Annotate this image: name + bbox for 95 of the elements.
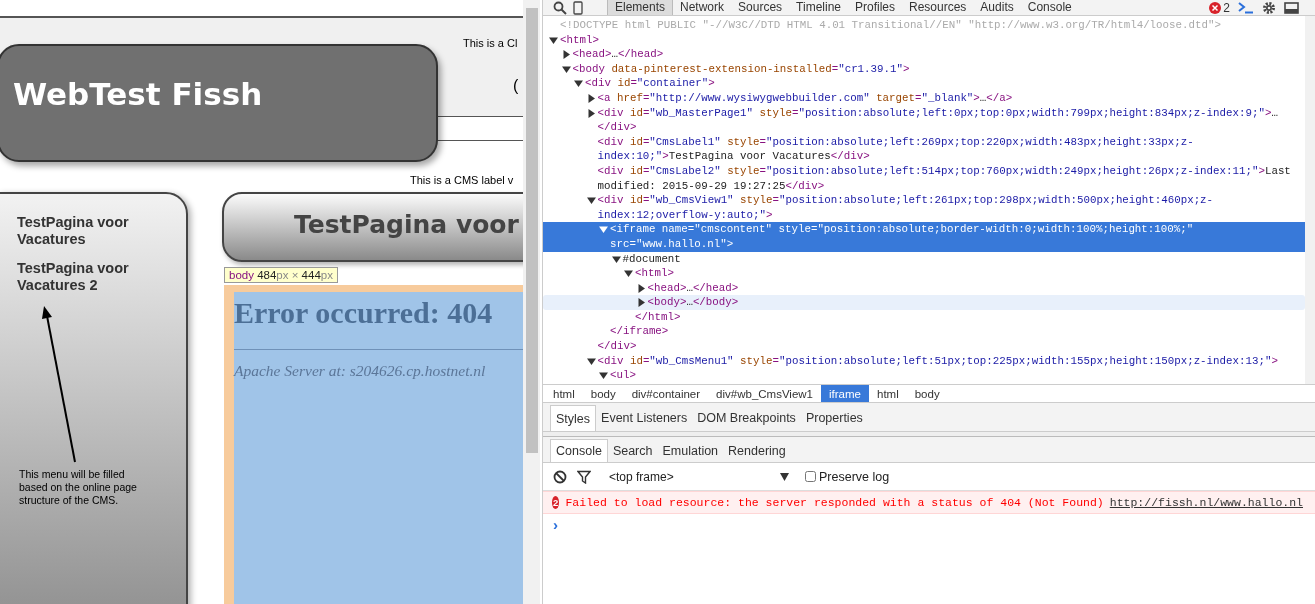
error-count[interactable]: 2 xyxy=(1223,0,1230,15)
node-markup: <body data-pinterest-extension-installed="cr1.39.1"> xyxy=(572,61,910,77)
closing-tag: </div> xyxy=(597,339,637,354)
panel-tab[interactable]: Timeline xyxy=(789,0,848,15)
closing-tag: </html> xyxy=(635,309,681,325)
dom-node-row[interactable]: <div id="CmsLabel1" style="position:absolute;left:269px;top:220px;width:483px;height:33px;z-index:10;">TestPagina voor Vacatures</div> xyxy=(543,134,1305,164)
scrollbar[interactable] xyxy=(1305,16,1315,384)
dock-icon[interactable] xyxy=(1284,1,1299,14)
console-prompt[interactable]: › xyxy=(553,516,558,533)
mobile-device-icon[interactable] xyxy=(573,0,583,15)
dom-node-row[interactable]: #document xyxy=(543,251,1305,267)
breadcrumb[interactable]: html xyxy=(545,385,583,402)
panel-tab[interactable]: Sources xyxy=(731,0,790,15)
expand-toggle-icon[interactable] xyxy=(636,298,646,308)
panel-tab[interactable]: Resources xyxy=(902,0,974,15)
breadcrumb[interactable]: body xyxy=(582,385,624,402)
dom-node-row[interactable]: <html> xyxy=(543,32,1305,48)
breadcrumb[interactable]: body xyxy=(906,385,948,402)
inspect-tooltip: body 484px × 444px xyxy=(224,267,338,283)
expand-toggle-icon[interactable] xyxy=(636,283,646,293)
preserve-log-checkbox[interactable] xyxy=(805,471,816,482)
checkbox-label: Preserve log xyxy=(819,469,890,484)
page-title: TestPagina voor xyxy=(294,210,519,239)
sidebar-tab[interactable]: DOM Breakpoints xyxy=(692,405,801,431)
dom-node-row[interactable]: <iframe name="cmscontent" style="position:absolute;border-width:0;width:100%;height:100%;" src="www.hallo.nl"> xyxy=(543,222,1305,252)
sidebar-tab[interactable]: Properties xyxy=(800,405,868,431)
panel-tab[interactable]: Elements xyxy=(607,0,674,15)
expand-toggle-icon[interactable] xyxy=(586,93,596,103)
label-text: ( xyxy=(512,77,519,95)
console-drawer-icon[interactable] xyxy=(1238,1,1254,14)
expand-toggle-icon[interactable] xyxy=(549,35,558,45)
expand-toggle-icon[interactable] xyxy=(586,108,596,118)
node-markup: <iframe name="cmscontent" style="position:absolute;border-width:0;width:100%;height:100%;" src="www.hallo.nl"> xyxy=(610,222,1195,252)
server-signature: Apache Server at: s204626.cp.hostnet.nl xyxy=(234,362,487,380)
scrollbar[interactable] xyxy=(523,0,540,604)
drawer-tab[interactable]: Search xyxy=(607,439,658,462)
dom-node-row[interactable]: <body data-pinterest-extension-installed="cr1.39.1"> xyxy=(543,61,1305,77)
sidebar-tab[interactable]: Styles xyxy=(550,405,597,431)
menu-link[interactable]: TestPagina voor Vacatures 2 xyxy=(17,260,157,294)
label-text: This is a CMS label v xyxy=(410,174,514,186)
source-link[interactable]: http://fissh.nl/www.hallo.nl xyxy=(1109,496,1303,509)
dom-node-row[interactable]: <a href="http://www.wysiwygwebbuilder.com" target="_blank">…</a> xyxy=(543,90,1305,106)
node-markup: #document xyxy=(622,251,681,267)
dom-node-row[interactable]: <ul> xyxy=(543,368,1305,383)
expand-toggle-icon[interactable] xyxy=(624,269,633,279)
menu-link[interactable]: TestPagina voor Vacatures xyxy=(17,214,157,248)
node-markup: <a href="http://www.wysiwygwebbuilder.com" target="_blank">…</a> xyxy=(597,90,1013,106)
settings-icon[interactable] xyxy=(1262,0,1276,15)
breadcrumb[interactable]: html xyxy=(869,385,907,402)
drawer-tab[interactable]: Rendering xyxy=(723,439,791,462)
node-markup: <ul> xyxy=(610,368,636,383)
node-markup: <html> xyxy=(635,266,674,281)
console-message: Failed to load resource: the server responded with a status of 404 (Not Found) xyxy=(565,496,1104,509)
node-markup: <div id="CmsLabel1" style="position:absolute;left:269px;top:220px;width:483px;height:33px;z-index:10;">TestPagina voor Vacatures</div> xyxy=(597,134,1195,164)
repeat-count-badge: 2 xyxy=(552,496,560,509)
drawer-tab[interactable]: Emulation xyxy=(657,439,724,462)
breadcrumb[interactable]: div#wb_CmsView1 xyxy=(708,385,822,402)
clear-icon[interactable] xyxy=(553,469,567,484)
node-markup: <head>…</head> xyxy=(647,280,739,296)
expand-toggle-icon[interactable] xyxy=(586,196,596,206)
node-markup: <body>…</body> xyxy=(647,295,739,310)
dom-node-row[interactable]: <html> xyxy=(543,266,1305,281)
panel-tab[interactable]: Console xyxy=(1020,0,1079,15)
dropdown-caret-icon xyxy=(780,472,789,481)
breadcrumb[interactable]: div#container xyxy=(623,385,709,402)
drawer-tab[interactable]: Console xyxy=(550,439,608,462)
expand-toggle-icon[interactable] xyxy=(574,79,583,89)
expand-toggle-icon[interactable] xyxy=(561,64,571,74)
frame-select[interactable]: <top frame> xyxy=(609,469,789,484)
sidebar-tab[interactable]: Event Listeners xyxy=(596,405,693,431)
dom-node-row[interactable]: <body>…</body> xyxy=(543,295,1305,310)
expand-toggle-icon[interactable] xyxy=(599,371,608,381)
dom-node-row[interactable]: <div id="container"> xyxy=(543,76,1305,91)
label-text: This is a Cl xyxy=(463,37,519,49)
expand-toggle-icon[interactable] xyxy=(586,356,596,366)
expand-toggle-icon[interactable] xyxy=(611,254,621,264)
dom-node-row[interactable]: <head>…</head> xyxy=(543,47,1305,62)
node-markup: <head>…</head> xyxy=(572,47,664,62)
expand-toggle-icon[interactable] xyxy=(561,50,571,60)
breadcrumb[interactable]: iframe xyxy=(821,385,869,402)
node-markup: <div id="wb_CmsView1" style="position:absolute;left:261px;top:298px;width:500px;height:460px;z-index:12;overflow-y:auto;"> xyxy=(597,193,1215,223)
menu-note: This menu will be filled based on the online page structure of the CMS. xyxy=(19,468,138,507)
panel-tab[interactable]: Network xyxy=(673,0,732,15)
panel-tab[interactable]: Profiles xyxy=(848,0,902,15)
node-markup: <html> xyxy=(560,32,599,48)
dom-node-row[interactable]: <head>…</head> xyxy=(543,280,1305,296)
expand-toggle-icon[interactable] xyxy=(599,225,608,235)
node-markup: <div id="container"> xyxy=(585,76,715,91)
error-heading: Error occurred: 404 xyxy=(234,296,494,330)
filter-icon[interactable] xyxy=(577,469,591,484)
site-title: WebTest Fissh xyxy=(13,76,263,112)
dom-node-row[interactable]: <div id="wb_CmsView1" style="position:absolute;left:261px;top:298px;width:500px;height:460px;z-index:12;overflow-y:auto;"> xyxy=(543,193,1305,223)
panel-tab[interactable]: Audits xyxy=(973,0,1021,15)
search-icon[interactable] xyxy=(553,0,567,15)
closing-tag: </iframe> xyxy=(610,324,669,340)
